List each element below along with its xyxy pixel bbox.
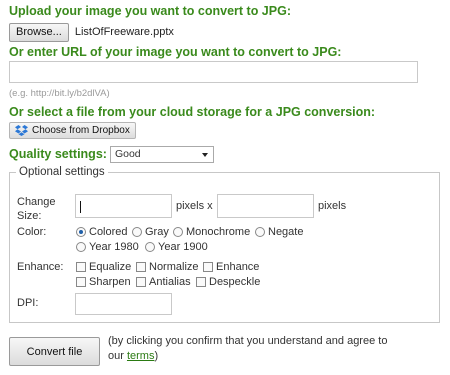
converter-form: Upload your image you want to convert to… — [0, 0, 450, 375]
checkbox — [203, 262, 213, 272]
height-input[interactable] — [217, 194, 314, 218]
color-option-label: Monochrome — [186, 226, 251, 238]
color-option-negate[interactable]: Negate — [255, 226, 303, 238]
optional-settings-legend: Optional settings — [16, 166, 108, 178]
radio-selected — [76, 227, 86, 237]
pixels-x-label: pixels x — [176, 200, 213, 212]
browse-button[interactable]: Browse... — [9, 22, 69, 42]
quality-selected-value: Good — [114, 147, 141, 160]
enhance-option-label: Despeckle — [209, 276, 261, 288]
url-heading: Or enter URL of your image you want to c… — [9, 45, 342, 59]
upload-heading: Upload your image you want to convert to… — [9, 4, 291, 18]
terms-note: (by clicking you confirm that you unders… — [108, 334, 388, 364]
radio — [173, 227, 183, 237]
color-option-label: Negate — [268, 226, 304, 238]
dropbox-label: Choose from Dropbox — [32, 125, 130, 136]
enhance-option-enhance[interactable]: Enhance — [203, 261, 259, 273]
change-size-label: Change Size: — [17, 196, 56, 222]
radio — [76, 242, 86, 252]
chevron-down-icon — [201, 152, 208, 157]
color-option-gray[interactable]: Gray — [132, 226, 169, 238]
enhance-option-equalize[interactable]: Equalize — [76, 261, 131, 273]
color-option-colored[interactable]: Colored — [76, 226, 128, 238]
radio — [132, 227, 142, 237]
checkbox — [76, 277, 86, 287]
url-input[interactable] — [9, 61, 418, 83]
cloud-heading: Or select a file from your cloud storage… — [9, 105, 376, 119]
quality-label: Quality settings: — [9, 147, 107, 161]
selected-filename: ListOfFreeware.pptx — [74, 26, 174, 38]
width-input[interactable] — [75, 194, 172, 218]
radio — [145, 242, 155, 252]
enhance-option-despeckle[interactable]: Despeckle — [196, 276, 260, 288]
color-option-label: Gray — [145, 226, 169, 238]
url-hint: (e.g. http://bit.ly/b2dlVA) — [9, 88, 110, 99]
color-option-monochrome[interactable]: Monochrome — [173, 226, 250, 238]
pixels-label: pixels — [318, 200, 347, 212]
enhance-option-label: Equalize — [89, 261, 132, 273]
enhance-option-label: Antialias — [149, 276, 191, 288]
convert-file-button[interactable]: Convert file — [9, 337, 100, 366]
quality-row: Quality settings: Good — [9, 145, 214, 163]
dpi-input[interactable] — [75, 293, 172, 315]
enhance-option-label: Enhance — [216, 261, 260, 273]
quality-select[interactable]: Good — [109, 145, 214, 163]
checkbox — [136, 277, 146, 287]
color-option-label: Year 1980 — [89, 241, 139, 253]
choose-from-dropbox-button[interactable]: Choose from Dropbox — [9, 122, 136, 139]
text-cursor — [80, 201, 81, 213]
color-option-label: Colored — [89, 226, 128, 238]
file-picker: Browse... ListOfFreeware.pptx — [9, 22, 174, 42]
checkbox — [76, 262, 86, 272]
enhance-option-sharpen[interactable]: Sharpen — [76, 276, 131, 288]
checkbox — [136, 262, 146, 272]
radio — [255, 227, 265, 237]
enhance-option-label: Normalize — [149, 261, 199, 273]
enhance-label: Enhance: — [17, 261, 64, 273]
color-option-label: Year 1900 — [158, 241, 208, 253]
dropbox-icon — [15, 125, 28, 136]
enhance-option-antialias[interactable]: Antialias — [136, 276, 191, 288]
color-option-year-1980[interactable]: Year 1980 — [76, 241, 139, 253]
color-option-year-1900[interactable]: Year 1900 — [145, 241, 208, 253]
terms-note-end: ) — [154, 350, 159, 362]
terms-link[interactable]: terms — [127, 350, 155, 362]
color-label: Color: — [17, 226, 47, 238]
dpi-label: DPI: — [17, 297, 39, 309]
enhance-option-normalize[interactable]: Normalize — [136, 261, 199, 273]
checkbox — [196, 277, 206, 287]
enhance-option-label: Sharpen — [89, 276, 131, 288]
